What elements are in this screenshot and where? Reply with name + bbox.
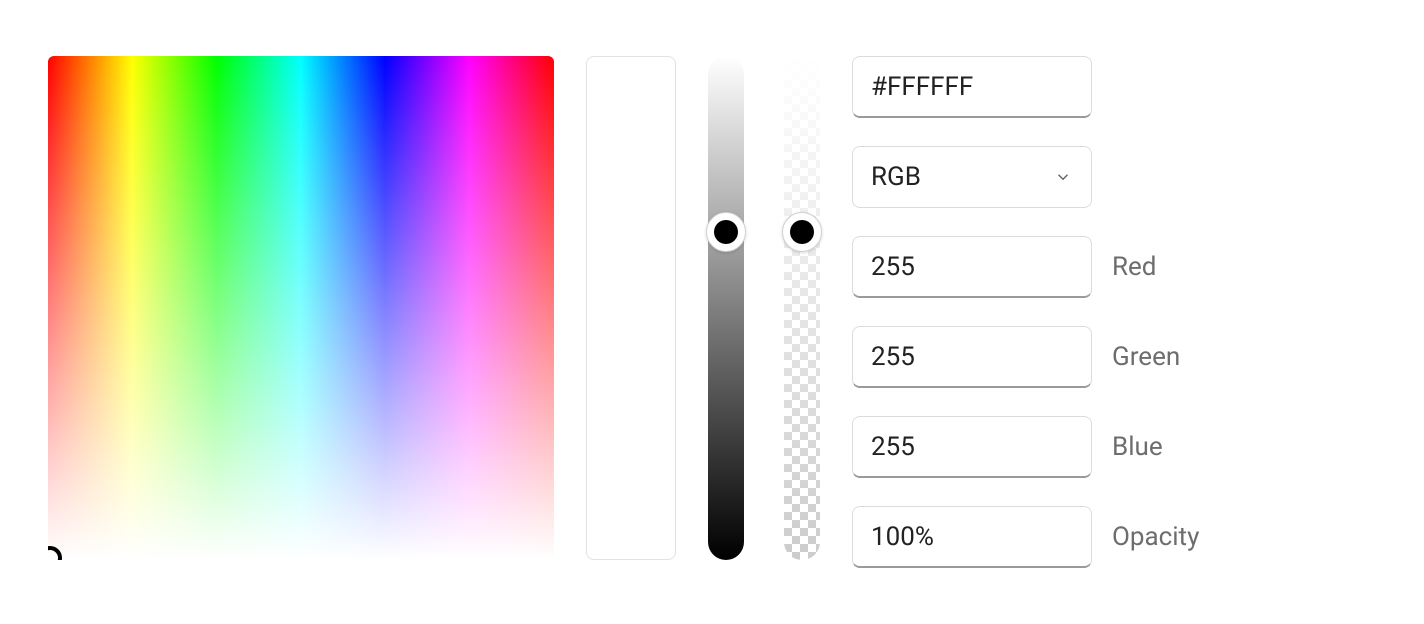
chevron-down-icon (1053, 167, 1073, 187)
blue-input[interactable] (852, 416, 1092, 478)
format-select[interactable]: RGB (852, 146, 1092, 208)
green-field-row: Green (852, 326, 1199, 388)
color-picker: RGB Red Green Blue Opacity (48, 56, 1376, 568)
thumb-dot-icon (790, 220, 814, 244)
green-input[interactable] (852, 326, 1092, 388)
blue-label: Blue (1112, 432, 1163, 462)
lightness-track (708, 56, 744, 560)
slider-group (708, 56, 820, 560)
blue-field-row: Blue (852, 416, 1199, 478)
lightness-thumb[interactable] (706, 212, 746, 252)
alpha-thumb[interactable] (782, 212, 822, 252)
red-label: Red (1112, 252, 1156, 282)
red-field-row: Red (852, 236, 1199, 298)
opacity-field-row: Opacity (852, 506, 1199, 568)
color-swatch (586, 56, 676, 560)
opacity-input[interactable] (852, 506, 1092, 568)
color-area-thumb[interactable] (48, 546, 62, 560)
color-area[interactable] (48, 56, 554, 560)
hex-input[interactable] (852, 56, 1092, 118)
alpha-slider[interactable] (784, 56, 820, 560)
fields-column: RGB Red Green Blue Opacity (852, 56, 1199, 568)
thumb-dot-icon (714, 220, 738, 244)
hex-field-row (852, 56, 1199, 118)
lightness-slider[interactable] (708, 56, 744, 560)
red-input[interactable] (852, 236, 1092, 298)
opacity-label: Opacity (1112, 522, 1199, 552)
alpha-track (784, 56, 820, 560)
format-field-row: RGB (852, 146, 1199, 208)
format-select-value: RGB (871, 162, 921, 192)
green-label: Green (1112, 342, 1180, 372)
